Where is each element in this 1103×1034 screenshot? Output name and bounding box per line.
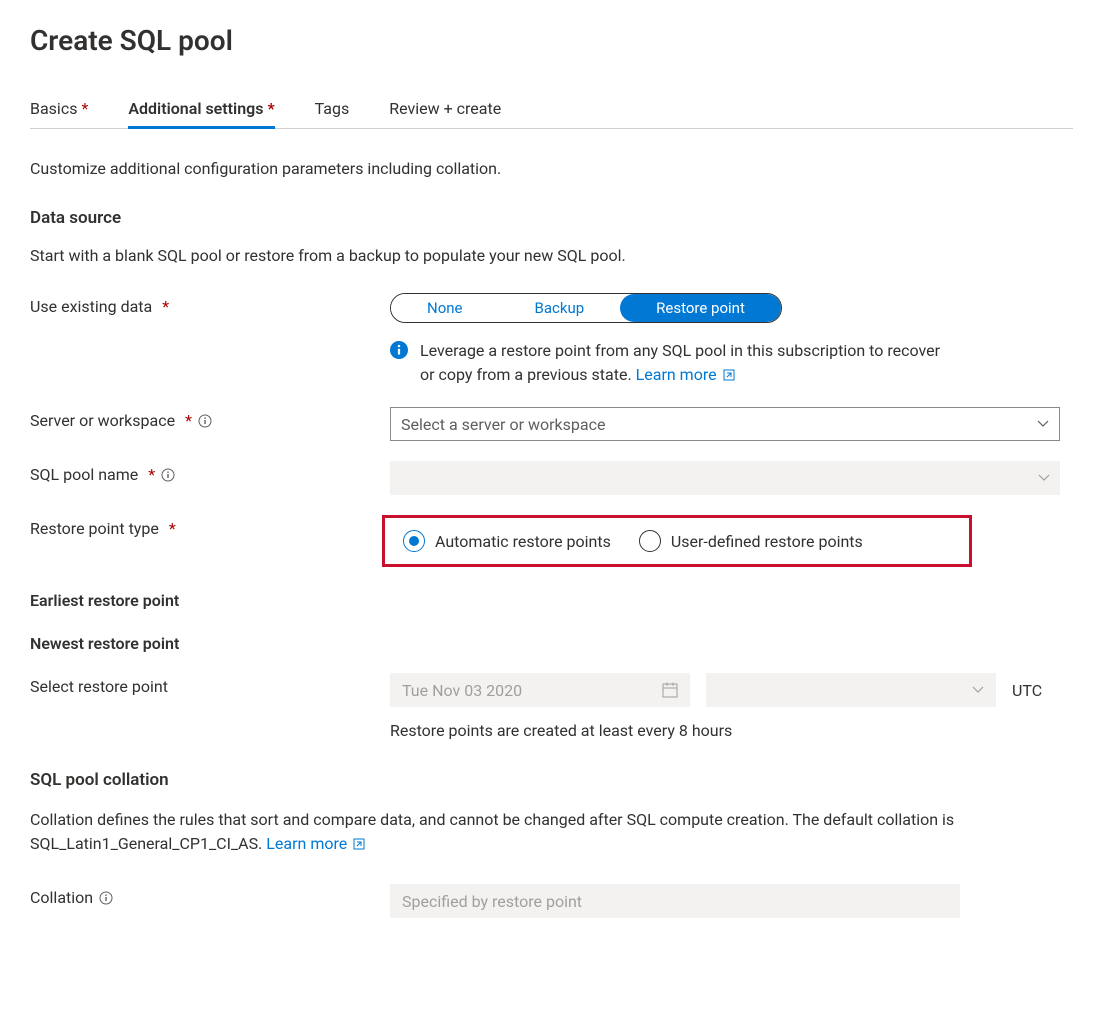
date-value: Tue Nov 03 2020 bbox=[402, 681, 522, 700]
label-select-restore-point: Select restore point bbox=[30, 673, 390, 696]
label-sql-pool-name: SQL pool name * bbox=[30, 461, 390, 484]
label-text: Server or workspace bbox=[30, 411, 175, 430]
learn-more-link[interactable]: Learn more bbox=[636, 365, 735, 384]
collation-input: Specified by restore point bbox=[390, 884, 960, 918]
restore-frequency-note: Restore points are created at least ever… bbox=[390, 721, 1073, 740]
pill-backup[interactable]: Backup bbox=[499, 294, 621, 322]
required-asterisk: * bbox=[148, 465, 155, 484]
radio-icon bbox=[403, 530, 425, 552]
sql-pool-name-select bbox=[390, 461, 1060, 495]
restore-time-input bbox=[706, 673, 996, 707]
label-text: Restore point type bbox=[30, 519, 159, 538]
tab-label: Review + create bbox=[389, 99, 501, 118]
label-newest-restore-point: Newest restore point bbox=[30, 630, 390, 653]
required-asterisk: * bbox=[185, 411, 192, 430]
tabs: Basics* Additional settings* Tags Review… bbox=[30, 99, 1073, 129]
tab-basics[interactable]: Basics* bbox=[30, 99, 88, 128]
restore-date-input: Tue Nov 03 2020 bbox=[390, 673, 690, 707]
collation-desc-text: Collation defines the rules that sort an… bbox=[30, 810, 954, 853]
radio-user-defined-restore[interactable]: User-defined restore points bbox=[639, 530, 863, 552]
tab-label: Tags bbox=[315, 99, 350, 118]
restore-info: Leverage a restore point from any SQL po… bbox=[390, 339, 950, 387]
restore-point-type-highlight: Automatic restore points User-defined re… bbox=[382, 515, 972, 567]
external-link-icon bbox=[723, 369, 735, 381]
server-workspace-select[interactable]: Select a server or workspace bbox=[390, 407, 1060, 441]
info-hint-icon[interactable] bbox=[198, 414, 212, 428]
section-data-source: Data source bbox=[30, 208, 1073, 228]
learn-more-text: Learn more bbox=[636, 365, 717, 384]
label-text: SQL pool name bbox=[30, 465, 138, 484]
label-restore-point-type: Restore point type * bbox=[30, 515, 390, 538]
radio-icon bbox=[639, 530, 661, 552]
label-use-existing-data: Use existing data * bbox=[30, 293, 390, 316]
timezone-label: UTC bbox=[1012, 681, 1042, 700]
label-earliest-restore-point: Earliest restore point bbox=[30, 587, 390, 610]
tab-tags[interactable]: Tags bbox=[315, 99, 350, 128]
radio-label: User-defined restore points bbox=[671, 532, 863, 551]
calendar-icon bbox=[662, 682, 678, 698]
label-text: Use existing data bbox=[30, 297, 152, 316]
required-asterisk: * bbox=[162, 297, 169, 316]
select-placeholder: Select a server or workspace bbox=[401, 415, 605, 434]
required-asterisk: * bbox=[169, 519, 176, 538]
tab-label: Additional settings bbox=[128, 99, 263, 118]
tab-additional-settings[interactable]: Additional settings* bbox=[128, 99, 274, 128]
pill-none[interactable]: None bbox=[391, 294, 499, 322]
section-sql-pool-collation: SQL pool collation bbox=[30, 770, 1073, 790]
label-text: Collation bbox=[30, 888, 93, 907]
collation-desc: Collation defines the rules that sort an… bbox=[30, 808, 990, 856]
required-asterisk: * bbox=[267, 99, 274, 118]
label-text: Select restore point bbox=[30, 677, 168, 696]
label-collation: Collation bbox=[30, 884, 390, 907]
tab-review-create[interactable]: Review + create bbox=[389, 99, 501, 128]
info-hint-icon[interactable] bbox=[161, 468, 175, 482]
info-hint-icon[interactable] bbox=[99, 891, 113, 905]
collation-value: Specified by restore point bbox=[402, 892, 582, 911]
label-text: Newest restore point bbox=[30, 634, 179, 653]
restore-point-type-radios: Automatic restore points User-defined re… bbox=[389, 522, 965, 560]
info-icon bbox=[390, 341, 408, 359]
use-existing-data-toggle: None Backup Restore point bbox=[390, 293, 782, 323]
chevron-down-icon bbox=[1037, 418, 1049, 430]
label-server-workspace: Server or workspace * bbox=[30, 407, 390, 430]
collation-learn-more-link[interactable]: Learn more bbox=[266, 834, 365, 853]
data-source-desc: Start with a blank SQL pool or restore f… bbox=[30, 246, 1073, 265]
tab-label: Basics bbox=[30, 99, 77, 118]
chevron-down-icon bbox=[1038, 472, 1050, 484]
radio-label: Automatic restore points bbox=[435, 532, 611, 551]
chevron-down-icon bbox=[972, 684, 984, 696]
pill-restore-point[interactable]: Restore point bbox=[620, 294, 781, 322]
required-asterisk: * bbox=[81, 99, 88, 118]
intro-text: Customize additional configuration param… bbox=[30, 159, 1073, 178]
radio-automatic-restore[interactable]: Automatic restore points bbox=[403, 530, 611, 552]
learn-more-text: Learn more bbox=[266, 834, 347, 853]
external-link-icon bbox=[353, 838, 365, 850]
label-text: Earliest restore point bbox=[30, 591, 179, 610]
page-title: Create SQL pool bbox=[30, 24, 1073, 57]
